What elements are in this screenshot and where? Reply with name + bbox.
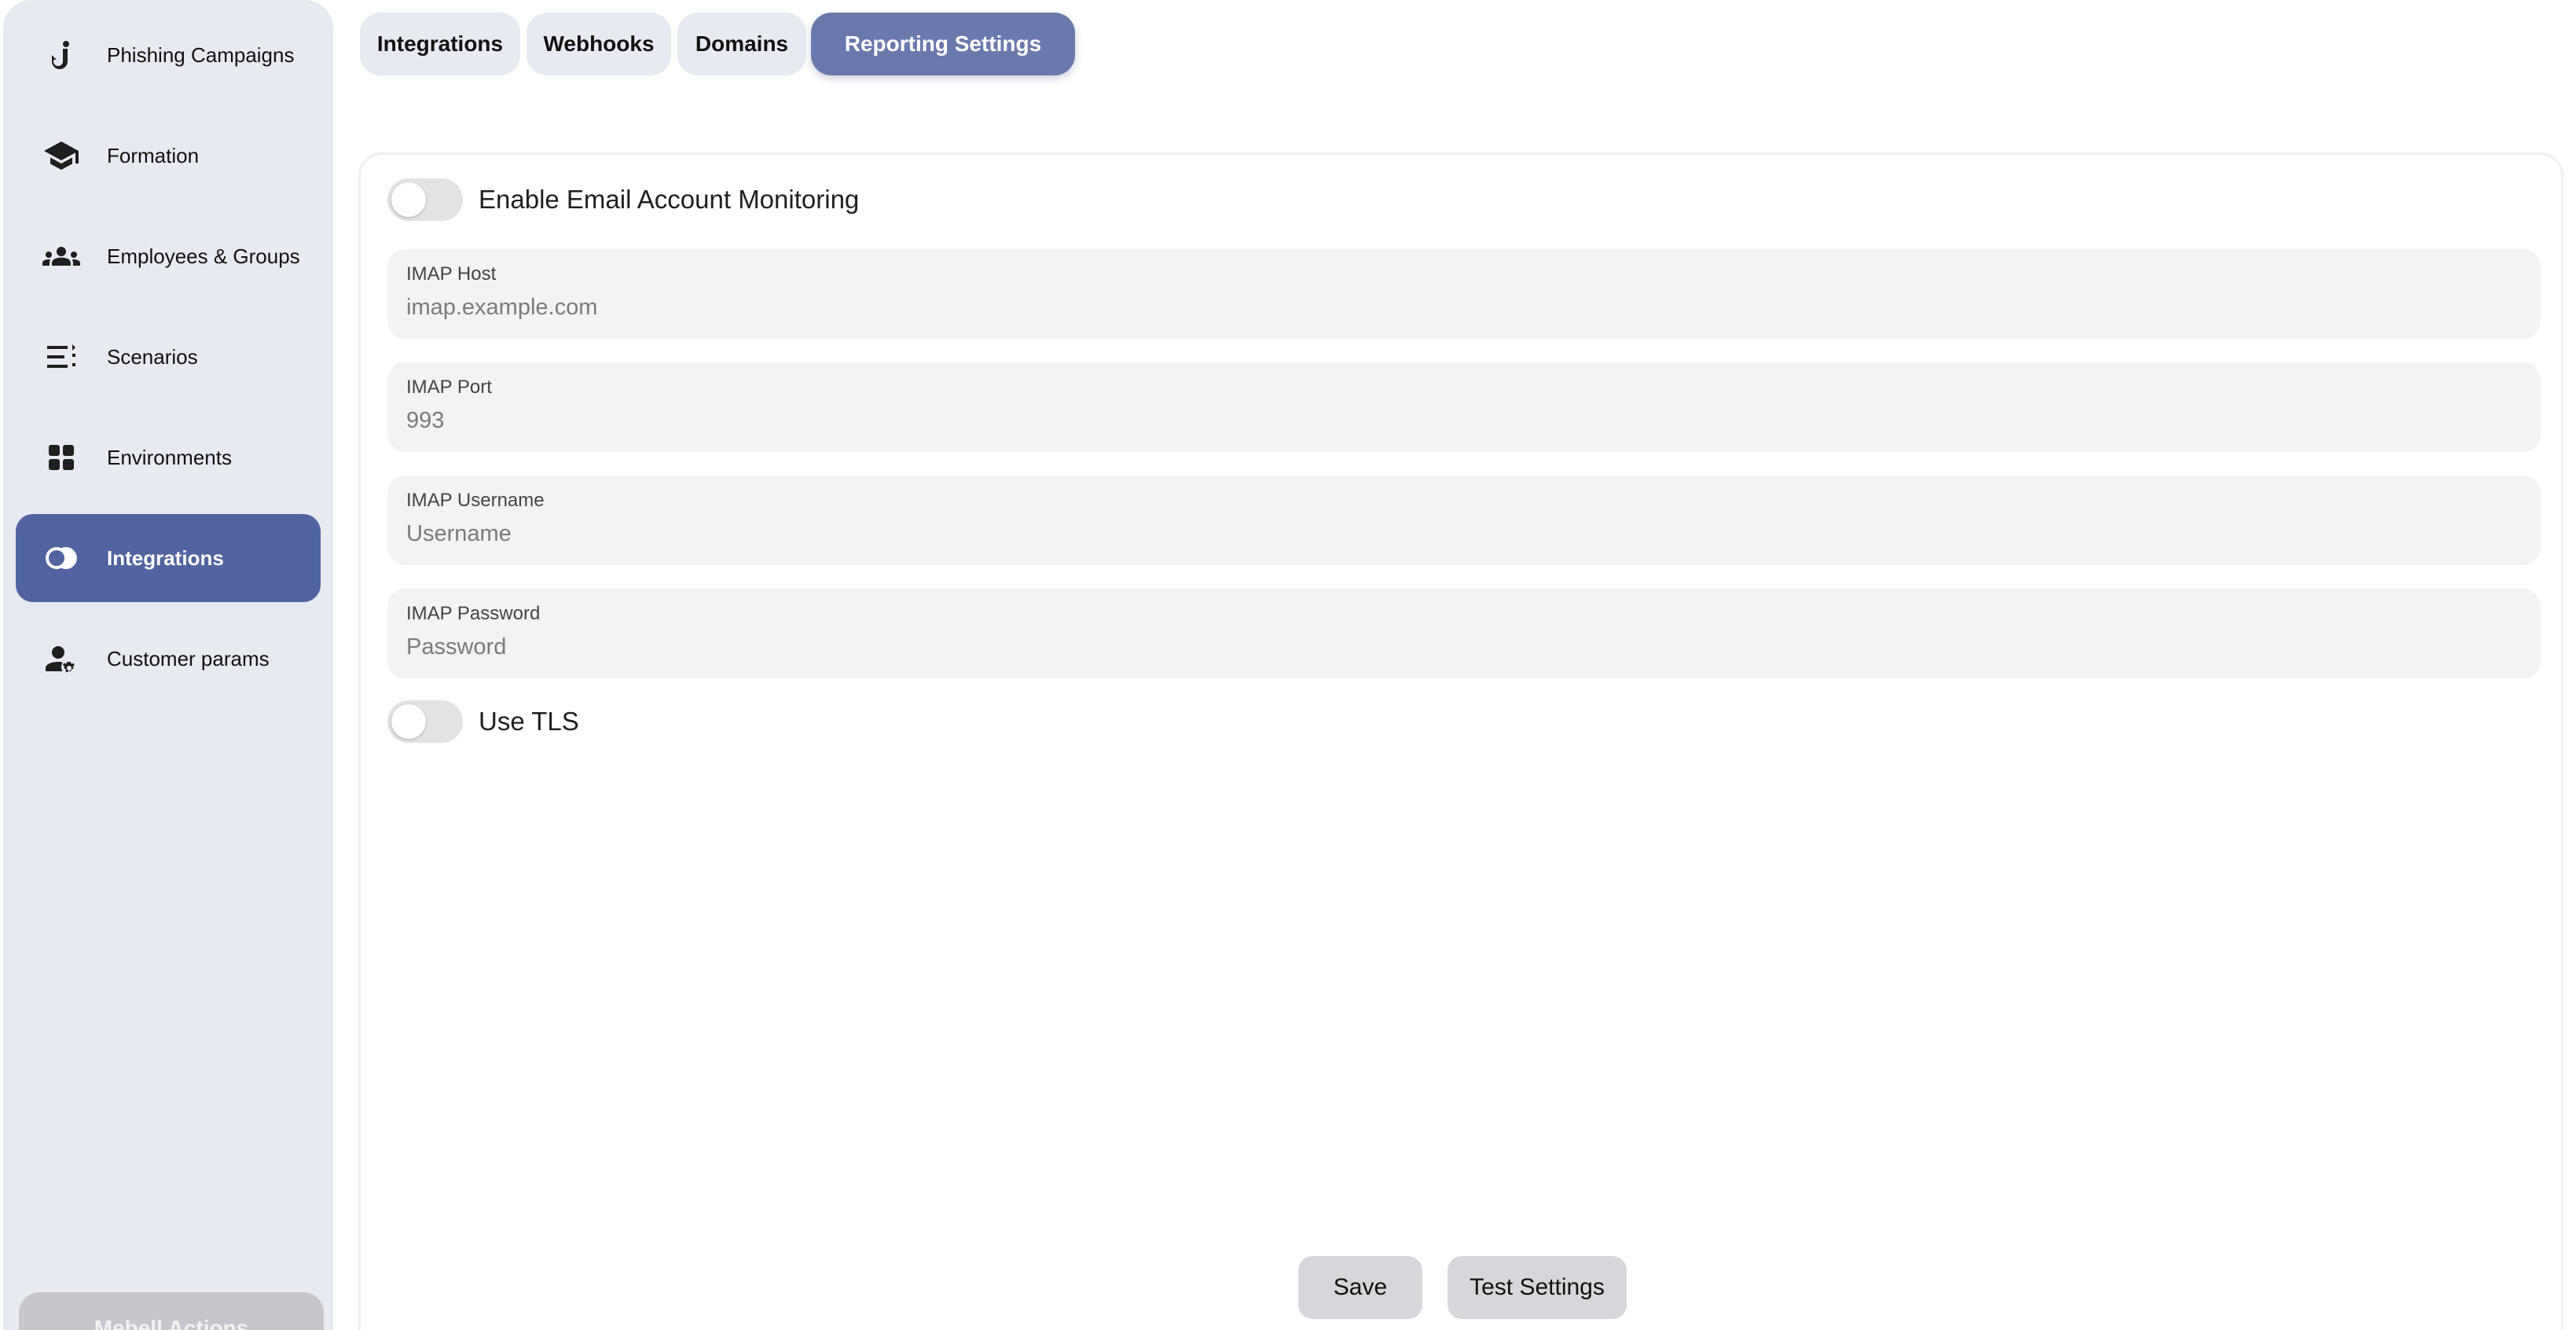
email-monitoring-label: Enable Email Account Monitoring (479, 185, 860, 214)
use-tls-label: Use TLS (479, 707, 579, 736)
imap-host-input[interactable] (406, 290, 2512, 325)
imap-host-label: IMAP Host (406, 263, 497, 285)
sidebar-item-label: Customer params (107, 646, 270, 671)
sidebar-item-label: Phishing Campaigns (107, 42, 295, 67)
use-tls-toggle[interactable] (387, 700, 463, 743)
app-root: Phishing Campaigns Formation Employees &… (0, 0, 2576, 1330)
tab-label: Integrations (376, 31, 504, 56)
sidebar-item-label: Formation (107, 143, 200, 167)
imap-password-field[interactable]: IMAP Password (387, 589, 2541, 678)
toggle-knob (391, 704, 426, 739)
sidebar-item-scenarios[interactable]: Scenarios (16, 313, 321, 401)
list-icon (39, 335, 83, 379)
imap-port-input[interactable] (406, 403, 2512, 438)
sidebar-item-label: Scenarios (107, 344, 198, 369)
imap-port-field[interactable]: IMAP Port (387, 362, 2541, 452)
imap-username-field[interactable]: IMAP Username (387, 476, 2541, 565)
toggle-knob (391, 182, 426, 217)
sidebar-item-employees-groups[interactable]: Employees & Groups (16, 212, 321, 300)
tab-integrations[interactable]: Integrations (360, 13, 520, 75)
save-button[interactable]: Save (1298, 1256, 1422, 1319)
sidebar-bottom-label: Mebell Actions (94, 1316, 249, 1330)
test-settings-button-label: Test Settings (1470, 1274, 1605, 1300)
email-monitoring-toggle-row: Enable Email Account Monitoring (387, 178, 859, 221)
tab-webhooks[interactable]: Webhooks (527, 13, 671, 75)
groups-icon (39, 234, 83, 278)
sidebar-item-phishing-campaigns[interactable]: Phishing Campaigns (16, 11, 321, 99)
imap-host-field[interactable]: IMAP Host (387, 249, 2541, 339)
sidebar-bottom-button[interactable]: Mebell Actions (19, 1292, 324, 1330)
imap-password-input[interactable] (406, 630, 2512, 664)
grid-icon (39, 435, 83, 479)
sidebar-item-label: Integrations (107, 546, 224, 570)
tab-reporting-settings[interactable]: Reporting Settings (811, 13, 1075, 75)
sidebar-item-integrations[interactable]: Integrations (16, 514, 321, 602)
fishing-hook-icon (39, 33, 83, 77)
graduation-cap-icon (39, 134, 83, 178)
imap-password-label: IMAP Password (406, 603, 541, 624)
imap-username-input[interactable] (406, 516, 2512, 551)
integration-icon (39, 536, 83, 580)
imap-port-label: IMAP Port (406, 377, 492, 398)
test-settings-button[interactable]: Test Settings (1448, 1256, 1627, 1319)
email-monitoring-toggle[interactable] (387, 178, 463, 221)
tab-label: Reporting Settings (844, 31, 1042, 56)
sidebar-item-label: Environments (107, 445, 232, 469)
sidebar-item-label: Employees & Groups (107, 244, 300, 268)
tab-domains[interactable]: Domains (677, 13, 806, 75)
sidebar-item-customer-params[interactable]: Customer params (16, 615, 321, 703)
tab-label: Webhooks (543, 31, 655, 56)
sidebar-item-environments[interactable]: Environments (16, 413, 321, 502)
sidebar-item-formation[interactable]: Formation (16, 112, 321, 200)
use-tls-toggle-row: Use TLS (387, 700, 579, 743)
tab-label: Domains (695, 31, 789, 56)
reporting-settings-card: Enable Email Account Monitoring IMAP Hos… (358, 152, 2563, 1330)
imap-username-label: IMAP Username (406, 490, 545, 511)
sidebar: Phishing Campaigns Formation Employees &… (3, 0, 333, 1330)
save-button-label: Save (1333, 1274, 1388, 1300)
user-settings-icon (39, 637, 83, 681)
